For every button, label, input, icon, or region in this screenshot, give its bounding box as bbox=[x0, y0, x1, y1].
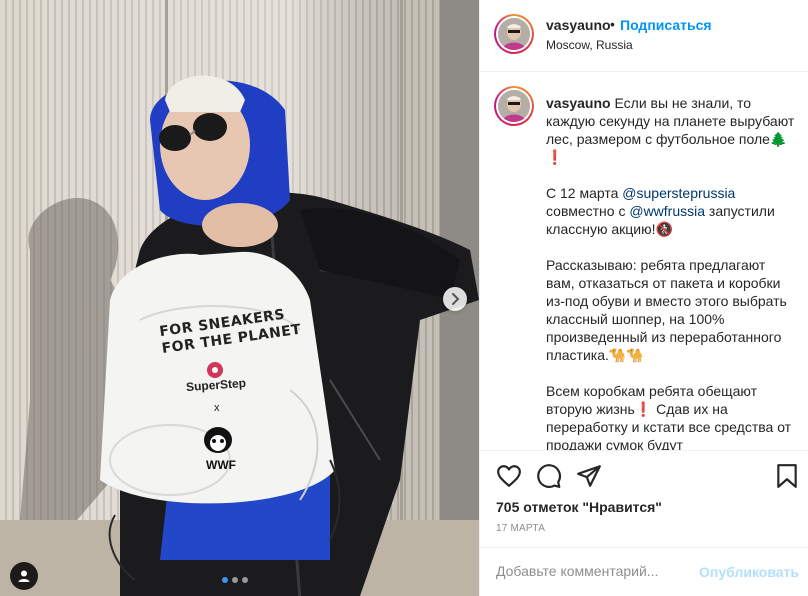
user-tag-icon bbox=[18, 570, 30, 582]
post-date[interactable]: 17 МАРТА bbox=[496, 523, 545, 534]
caption-p2-before: С 12 марта bbox=[546, 185, 619, 201]
post-author-username[interactable]: vasyauno bbox=[546, 17, 611, 33]
post-location[interactable]: Moscow, Russia bbox=[546, 38, 633, 52]
user-tags-button[interactable] bbox=[10, 562, 38, 590]
comment-form: Опубликовать bbox=[480, 547, 808, 596]
like-button[interactable] bbox=[496, 463, 522, 489]
caption-avatar[interactable] bbox=[494, 86, 534, 126]
avatar[interactable] bbox=[494, 14, 534, 54]
carousel-dot-3 bbox=[242, 577, 248, 583]
bag-wwf-label: WWF bbox=[206, 458, 236, 472]
caption-paragraph-3: Рассказываю: ребята предлагают вам, отка… bbox=[546, 257, 787, 363]
bookmark-icon bbox=[777, 464, 797, 488]
photo-scene bbox=[0, 0, 479, 596]
mention-wwfrussia[interactable]: @wwfrussia bbox=[629, 203, 705, 219]
carousel-next-button[interactable] bbox=[443, 287, 467, 311]
comment-input[interactable] bbox=[496, 563, 696, 579]
post-header: vasyauno • Подписаться Moscow, Russia bbox=[480, 0, 808, 72]
header-separator: • bbox=[610, 16, 615, 32]
share-icon bbox=[577, 465, 601, 487]
comment-icon bbox=[537, 464, 561, 489]
chevron-right-icon bbox=[452, 293, 460, 305]
publish-button[interactable]: Опубликовать bbox=[699, 564, 799, 580]
bag-x: x bbox=[214, 402, 220, 414]
comment-button[interactable] bbox=[536, 463, 562, 489]
save-button[interactable] bbox=[774, 463, 800, 489]
caption-paragraph-4: Всем коробкам ребята обещают вторую жизн… bbox=[546, 383, 792, 450]
carousel-dot-2 bbox=[232, 577, 238, 583]
carousel-dot-1 bbox=[222, 577, 228, 583]
carousel-indicator bbox=[222, 577, 248, 583]
mention-supersteprussia[interactable]: @supersteprussia bbox=[622, 185, 735, 201]
avatar-image bbox=[498, 18, 530, 50]
post-photo[interactable]: FOR SNEAKERS FOR THE PLANET SuperStep x … bbox=[0, 0, 479, 596]
share-button[interactable] bbox=[576, 463, 602, 489]
caption-paragraph-2: С 12 марта @supersteprussia совместно с … bbox=[546, 184, 796, 238]
post-actions: 705 отметок "Нравится" 17 МАРТА Опублико… bbox=[480, 450, 808, 596]
follow-button[interactable]: Подписаться bbox=[620, 17, 712, 33]
likes-count[interactable]: 705 отметок "Нравится" bbox=[496, 499, 662, 515]
avatar-image bbox=[498, 90, 530, 122]
caption-paragraph-1: vasyauno Если вы не знали, то каждую сек… bbox=[546, 94, 796, 166]
caption-text: vasyauno Если вы не знали, то каждую сек… bbox=[546, 94, 796, 450]
caption-username[interactable]: vasyauno bbox=[546, 95, 611, 111]
post-sidebar: vasyauno • Подписаться Moscow, Russia va… bbox=[479, 0, 808, 596]
caption-p2-mid: совместно с bbox=[546, 203, 626, 219]
heart-icon bbox=[497, 465, 521, 487]
post-caption: vasyauno Если вы не знали, то каждую сек… bbox=[480, 72, 808, 450]
